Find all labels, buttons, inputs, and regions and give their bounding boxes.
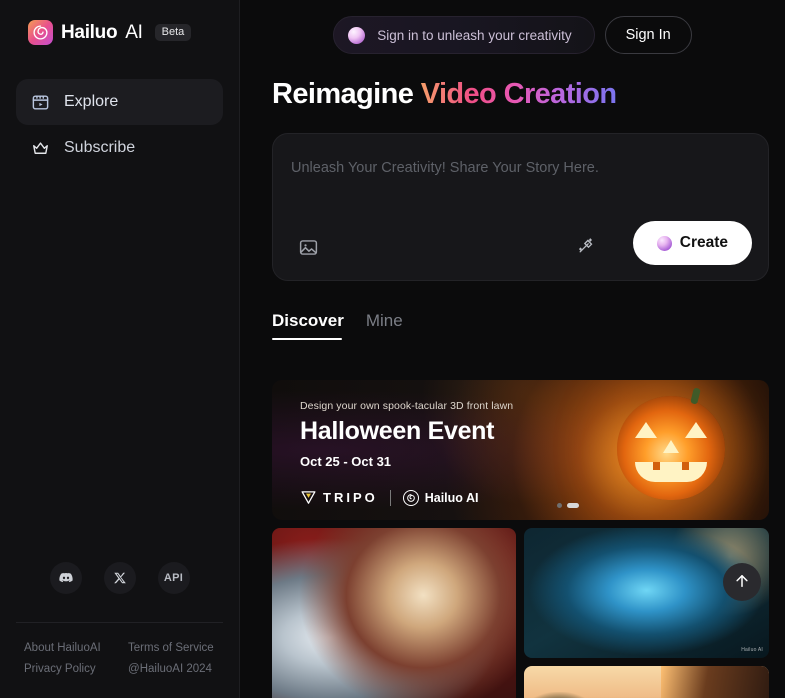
thumb-sunset-landscape[interactable] <box>523 666 769 698</box>
promo-partner-logos: TRIPO Hailuo AI <box>300 489 478 506</box>
main-content: Sign in to unleash your creativity Sign … <box>240 0 785 698</box>
discord-icon[interactable] <box>49 562 82 594</box>
spiral-logo-icon <box>402 489 419 506</box>
promo-title: Halloween Event <box>300 417 495 445</box>
tripo-mark-icon <box>301 491 316 504</box>
thumbnail-column-left <box>272 528 516 698</box>
image-upload-icon[interactable] <box>291 230 325 264</box>
tripo-logo: TRIPO <box>300 489 378 506</box>
promo-banner[interactable]: Design your own spook-tacular 3D front l… <box>272 380 769 520</box>
prompt-card[interactable]: Unleash Your Creativity! Share Your Stor… <box>272 133 769 281</box>
thumb-boy-and-white-dragon[interactable] <box>272 528 516 698</box>
promo-dates: Oct 25 - Oct 31 <box>300 454 392 469</box>
sidebar-item-subscribe[interactable]: Subscribe <box>16 125 223 171</box>
signin-banner[interactable]: Sign in to unleash your creativity <box>333 16 595 54</box>
brand-name: Hailuo <box>61 21 118 43</box>
create-button[interactable]: Create <box>632 221 752 265</box>
hailuo-logo-small: Hailuo AI <box>402 489 479 506</box>
arrow-up-icon <box>733 572 751 593</box>
tripo-wordmark: TRIPO <box>323 490 378 505</box>
x-twitter-icon[interactable] <box>103 562 136 594</box>
crown-icon <box>30 138 50 158</box>
carousel-dot[interactable] <box>557 503 562 508</box>
sidebar-item-explore[interactable]: Explore <box>16 79 223 125</box>
thumbnail-grid: Hailuo AI <box>272 528 769 698</box>
tab-mine[interactable]: Mine <box>366 311 403 340</box>
footer-copyright: @HailuoAI 2024 <box>128 663 212 675</box>
gradient-orb-icon <box>348 26 366 44</box>
magic-wand-icon[interactable] <box>570 230 602 262</box>
sidebar-item-label: Subscribe <box>64 139 136 156</box>
promo-subtitle: Design your own spook-tacular 3D front l… <box>300 400 514 412</box>
hailuo-wordmark: Hailuo AI <box>424 490 479 505</box>
beta-badge: Beta <box>154 24 192 41</box>
page-title-gradient: Video Creation <box>420 78 617 110</box>
create-button-label: Create <box>679 234 728 251</box>
feed: Design your own spook-tacular 3D front l… <box>272 380 769 698</box>
sidebar-divider <box>16 622 223 623</box>
footer-link-terms[interactable]: Terms of Service <box>116 642 229 654</box>
prompt-toolbar: Create <box>273 218 768 280</box>
explore-video-icon <box>30 92 50 112</box>
carousel-dot-active[interactable] <box>567 503 579 508</box>
spiral-logo-icon <box>28 20 53 45</box>
sign-in-button[interactable]: Sign In <box>604 16 692 54</box>
page-title: Reimagine Video Creation <box>240 54 785 111</box>
promo-copy: Design your own spook-tacular 3D front l… <box>300 400 513 469</box>
carousel-dots <box>557 503 579 508</box>
footer-link-about[interactable]: About HailuoAI <box>16 642 116 654</box>
brand-logo[interactable]: Hailuo AI Beta <box>0 0 239 45</box>
signin-banner-text: Sign in to unleash your creativity <box>377 27 572 43</box>
api-icon[interactable]: API <box>157 562 190 594</box>
thumbnail-column-right: Hailuo AI <box>523 528 769 698</box>
sidebar-footer-links: About HailuoAI Terms of Service Privacy … <box>16 642 229 675</box>
thumb-watermark: Hailuo AI <box>741 647 763 653</box>
brand-suffix: AI <box>125 21 143 43</box>
footer-link-privacy[interactable]: Privacy Policy <box>16 663 116 675</box>
logo-separator <box>389 489 391 506</box>
sidebar-item-label: Explore <box>64 93 119 110</box>
create-orb-icon <box>656 235 672 251</box>
sidebar: Hailuo AI Beta Explore Subscribe API Abo… <box>0 0 240 698</box>
prompt-input-placeholder[interactable]: Unleash Your Creativity! Share Your Stor… <box>291 160 599 176</box>
page-title-plain: Reimagine <box>272 78 414 110</box>
social-links: API <box>0 562 239 594</box>
feed-tabs: Discover Mine <box>240 281 785 340</box>
app-root: Hailuo AI Beta Explore Subscribe API Abo… <box>0 0 785 698</box>
topbar: Sign in to unleash your creativity Sign … <box>240 0 785 54</box>
tab-discover[interactable]: Discover <box>272 311 344 340</box>
jack-o-lantern-icon <box>617 387 725 500</box>
scroll-to-top-button[interactable] <box>723 563 761 601</box>
sidebar-nav: Explore Subscribe <box>0 79 239 171</box>
